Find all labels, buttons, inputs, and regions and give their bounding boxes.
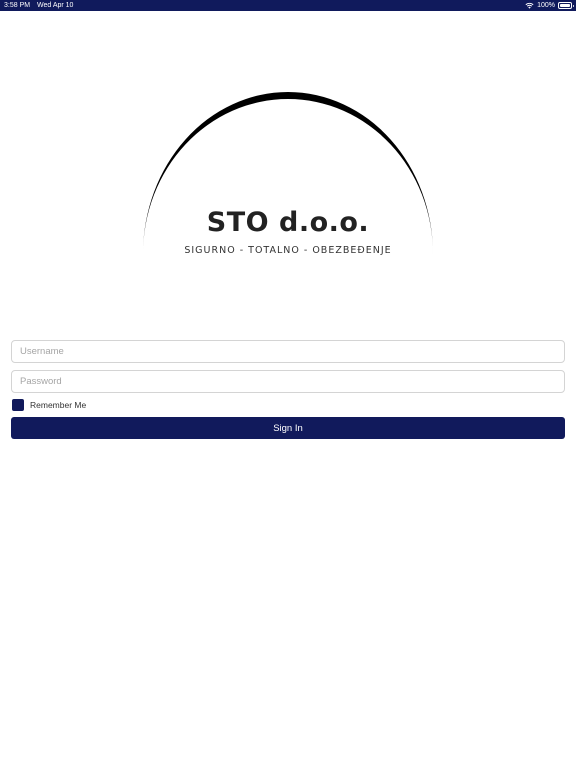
wifi-icon: [525, 2, 534, 9]
password-field[interactable]: [11, 370, 565, 393]
company-logo: STO d.o.o. SIGURNO - TOTALNO - OBEZBEĐEN…: [140, 92, 436, 260]
status-time: 3:58 PM: [4, 2, 31, 9]
status-bar: 3:58 PM Wed Apr 10 100%: [0, 0, 576, 11]
remember-me-checkbox[interactable]: [12, 398, 24, 411]
remember-me-label[interactable]: Remember Me: [30, 400, 86, 410]
sign-in-button[interactable]: Sign In: [11, 417, 565, 439]
username-field[interactable]: [11, 340, 565, 363]
status-date: Wed Apr 10: [37, 2, 74, 9]
remember-me-row: Remember Me: [12, 398, 86, 411]
battery-icon: [558, 2, 574, 9]
company-tagline: SIGURNO - TOTALNO - OBEZBEĐENJE: [184, 245, 392, 256]
status-indicators: 100%: [525, 0, 574, 11]
company-name: STO d.o.o.: [206, 207, 370, 238]
battery-percent: 100%: [537, 2, 555, 9]
